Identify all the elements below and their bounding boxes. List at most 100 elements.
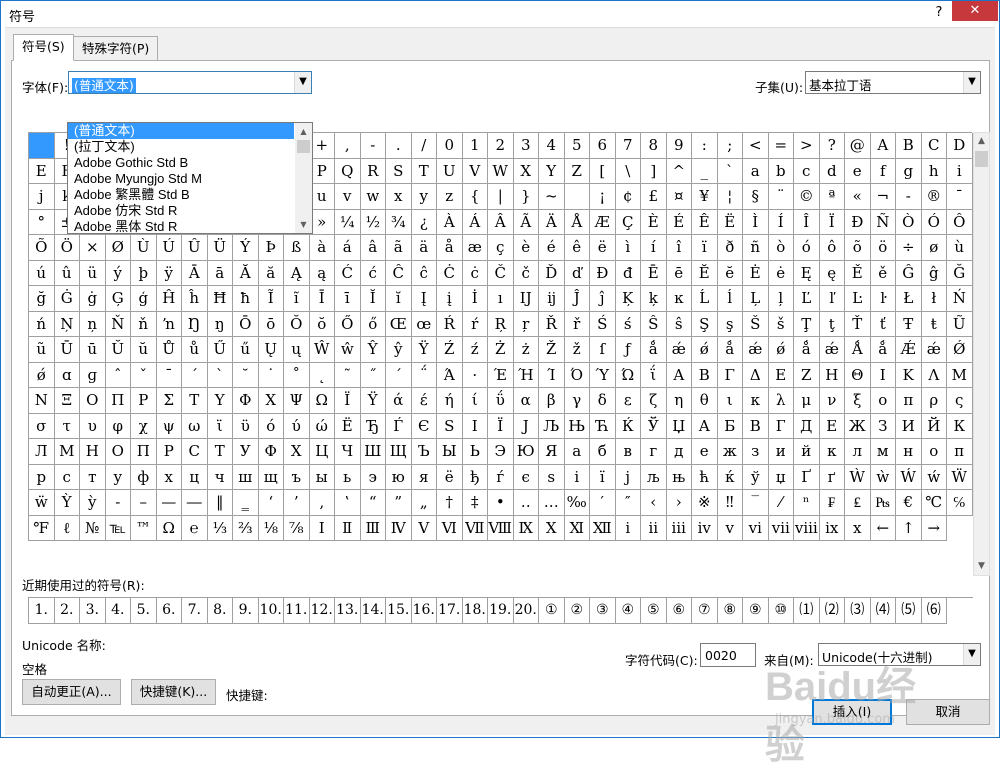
symbol-cell[interactable]: ® [921,184,947,210]
symbol-cell[interactable]: á [335,235,361,261]
symbol-cell[interactable]: Ľ [794,286,820,312]
symbol-cell[interactable]: ċ [462,260,488,286]
symbol-cell[interactable]: Т [207,439,233,465]
symbol-cell[interactable]: i [947,158,973,184]
symbol-cell[interactable]: ě [870,260,896,286]
symbol-cell[interactable]: Д [794,413,820,439]
symbol-cell[interactable]: ő [360,311,386,337]
symbol-cell[interactable]: - [360,133,386,159]
symbol-cell[interactable]: ґ [819,464,845,490]
symbol-cell[interactable]: ⁄ [768,490,794,516]
symbol-cell[interactable]: Τ [182,388,208,414]
symbol-cell[interactable]: ň [131,311,157,337]
symbol-cell[interactable]: e [845,158,871,184]
symbol-cell[interactable]: ⅷ [794,515,820,541]
recent-symbol-cell[interactable]: 20. [513,598,539,624]
symbol-cell[interactable]: Ņ [54,311,80,337]
symbol-cell[interactable]: ì [615,235,641,261]
symbol-cell[interactable]: Ũ [947,311,973,337]
symbol-cell[interactable]: ε [615,388,641,414]
symbol-cell[interactable]: Ĕ [692,260,718,286]
recent-symbol-cell[interactable]: 6. [156,598,182,624]
symbol-cell[interactable]: 5 [564,133,590,159]
symbol-cell[interactable]: € [896,490,922,516]
symbol-cell[interactable]: Κ [896,362,922,388]
symbol-cell[interactable]: Ť [845,311,871,337]
symbol-cell[interactable]: … [539,490,565,516]
symbol-cell[interactable]: → [921,515,947,541]
symbol-cell[interactable]: ŗ [513,311,539,337]
symbol-cell[interactable]: Ó [921,209,947,235]
symbol-cell[interactable]: ° [29,209,55,235]
symbol-cell[interactable]: ₧ [870,490,896,516]
symbol-cell[interactable]: т [80,464,106,490]
symbol-cell[interactable]: ǻ [641,337,667,363]
symbol-cell[interactable]: ñ [743,235,769,261]
symbol-cell[interactable]: ġ [80,286,106,312]
scroll-down-icon[interactable]: ▼ [974,558,989,575]
symbol-cell[interactable]: Ļ [743,286,769,312]
symbol-cell[interactable]: ћ [692,464,718,490]
symbol-cell[interactable]: § [743,184,769,210]
symbol-cell[interactable]: ќ [717,464,743,490]
symbol-cell[interactable]: ѕ [539,464,565,490]
symbol-cell[interactable]: ä [411,235,437,261]
symbol-cell[interactable]: Ţ [794,311,820,337]
symbol-cell[interactable]: Ć [335,260,361,286]
symbol-cell[interactable]: à [309,235,335,261]
symbol-cell[interactable]: Ä [539,209,565,235]
symbol-cell[interactable]: ĭ [386,286,412,312]
symbol-cell[interactable]: ϋ [233,413,259,439]
symbol-cell[interactable]: ǽ [743,337,769,363]
symbol-cell[interactable]: ※ [692,490,718,516]
symbol-cell[interactable]: ½ [360,209,386,235]
symbol-cell[interactable]: є [513,464,539,490]
symbol-cell[interactable]: a [743,158,769,184]
symbol-cell[interactable]: Ћ [590,413,616,439]
symbol-cell[interactable]: ˇ [131,362,157,388]
symbol-cell[interactable]: ΐ [641,362,667,388]
symbol-cell[interactable]: Ζ [794,362,820,388]
symbol-cell[interactable]: ŏ [309,311,335,337]
symbol-cell[interactable]: Ẅ [947,464,973,490]
symbol-cell[interactable]: = [768,133,794,159]
symbol-cell[interactable]: į [437,286,463,312]
symbol-cell[interactable]: ŀ [870,286,896,312]
symbol-cell[interactable]: Ǽ [896,337,922,363]
recent-symbol-cell[interactable]: 13. [335,598,361,624]
symbol-cell[interactable]: Ç [615,209,641,235]
symbol-cell[interactable]: И [896,413,922,439]
symbol-cell[interactable]: К [947,413,973,439]
symbol-cell[interactable]: Ŷ [360,337,386,363]
symbol-cell[interactable]: Б [717,413,743,439]
symbol-cell[interactable]: Ή [513,362,539,388]
symbol-cell[interactable]: Ⅰ [309,515,335,541]
symbol-cell[interactable]: Δ [743,362,769,388]
symbol-cell[interactable]: ℓ [54,515,80,541]
symbol-cell[interactable]: ℅ [947,490,973,516]
font-select[interactable]: (普通文本) ▼ [68,71,312,94]
symbol-cell[interactable]: с [54,464,80,490]
symbol-cell[interactable]: я [411,464,437,490]
symbol-cell[interactable]: а [564,439,590,465]
symbol-cell[interactable]: ļ [768,286,794,312]
symbol-cell[interactable]: Ń [947,286,973,312]
symbol-cell[interactable]: Ŏ [284,311,310,337]
symbol-cell[interactable]: ј [615,464,641,490]
symbol-cell[interactable]: Ρ [131,388,157,414]
symbol-cell[interactable]: ℮ [182,515,208,541]
symbol-cell[interactable]: è [513,235,539,261]
symbol-cell[interactable]: Φ [233,388,259,414]
symbol-cell[interactable]: ¤ [666,184,692,210]
symbol-cell[interactable]: ŧ [921,311,947,337]
symbol-cell[interactable]: П [131,439,157,465]
symbol-cell[interactable]: Æ [590,209,616,235]
recent-symbol-cell[interactable]: ⑵ [819,598,845,624]
symbol-cell[interactable]: О [105,439,131,465]
symbol-cell[interactable]: ‘ [258,490,284,516]
symbol-cell[interactable]: ẁ [870,464,896,490]
symbol-cell[interactable]: е [692,439,718,465]
symbol-cell[interactable]: ℉ [29,515,55,541]
recent-symbol-cell[interactable]: ④ [615,598,641,624]
recent-symbol-cell[interactable]: 10. [258,598,284,624]
